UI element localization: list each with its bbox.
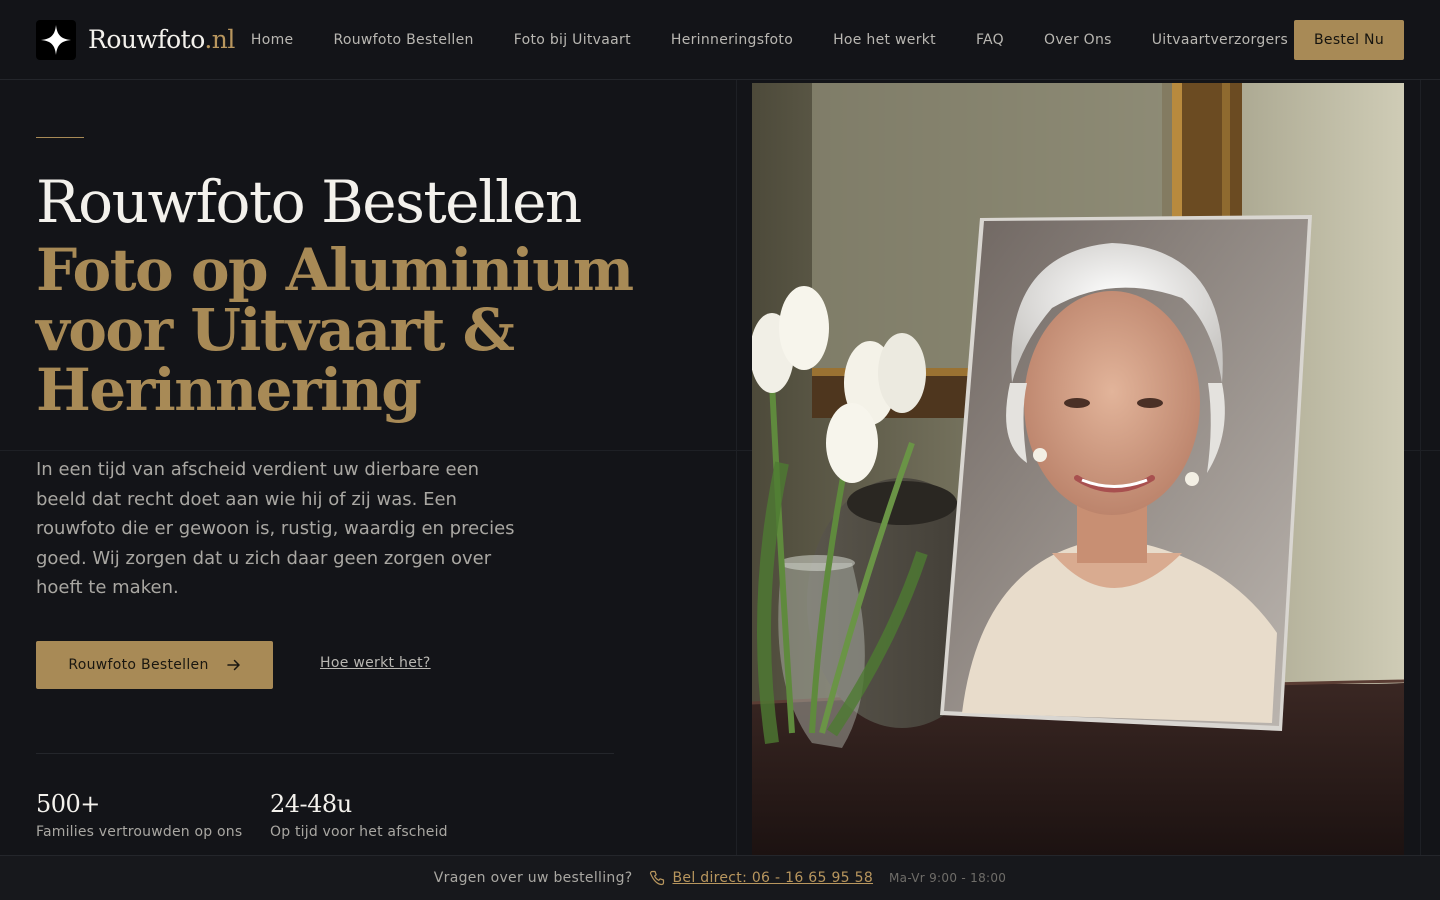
stat-families: 500+ Families vertrouwden op ons — [36, 790, 242, 840]
phone-link[interactable]: Bel direct: 06 - 16 65 95 58 — [673, 870, 874, 886]
grid-divider — [1420, 80, 1421, 855]
stat-value: 24-48u — [270, 790, 352, 818]
contact-bar: Vragen over uw bestelling? Bel direct: 0… — [0, 855, 1440, 900]
nav-uitvaartverzorgers[interactable]: Uitvaartverzorgers — [1152, 32, 1288, 48]
opening-hours: Ma-Vr 9:00 - 18:00 — [889, 871, 1007, 885]
nav-over-ons[interactable]: Over Ons — [1044, 32, 1112, 48]
order-now-button[interactable]: Bestel Nu — [1294, 20, 1404, 60]
contact-question: Vragen over uw bestelling? — [433, 870, 633, 886]
accent-rule — [36, 137, 84, 138]
stat-label: Op tijd voor het afscheid — [270, 824, 448, 840]
phone-icon — [649, 870, 664, 886]
site-header: Rouwfoto.nl Home Rouwfoto Bestellen Foto… — [0, 0, 1440, 80]
nav-hoe-het-werkt[interactable]: Hoe het werkt — [833, 32, 936, 48]
page-subtitle: Foto op Aluminium voor Uitvaart & Herinn… — [36, 236, 634, 424]
sparkle-icon — [36, 19, 76, 60]
logo-text: Rouwfoto.nl — [88, 25, 235, 54]
stat-label: Families vertrouwden op ons — [36, 824, 243, 840]
nav-faq[interactable]: FAQ — [976, 32, 1004, 48]
page-title: Rouwfoto Bestellen — [36, 168, 582, 236]
logo-tld: .nl — [204, 25, 235, 54]
stat-delivery: 24-48u Op tijd voor het afscheid — [270, 790, 448, 840]
order-rouwfoto-label: Rouwfoto Bestellen — [68, 657, 209, 673]
main-nav: Home Rouwfoto Bestellen Foto bij Uitvaar… — [251, 32, 1288, 48]
grid-divider — [736, 80, 737, 855]
nav-home[interactable]: Home — [251, 32, 294, 48]
nav-rouwfoto-bestellen[interactable]: Rouwfoto Bestellen — [333, 32, 473, 48]
logo-name: Rouwfoto — [88, 25, 205, 54]
logo[interactable]: Rouwfoto.nl — [36, 19, 235, 60]
order-rouwfoto-button[interactable]: Rouwfoto Bestellen — [36, 641, 273, 689]
nav-herinneringsfoto[interactable]: Herinneringsfoto — [671, 32, 793, 48]
stats-divider — [36, 753, 614, 754]
stat-value: 500+ — [36, 790, 100, 818]
how-it-works-link[interactable]: Hoe werkt het? — [320, 655, 431, 671]
intro-text: In een tijd van afscheid verdient uw die… — [36, 459, 515, 598]
hero-image — [752, 83, 1404, 855]
arrow-right-icon — [226, 659, 240, 671]
nav-foto-bij-uitvaart[interactable]: Foto bij Uitvaart — [514, 32, 631, 48]
